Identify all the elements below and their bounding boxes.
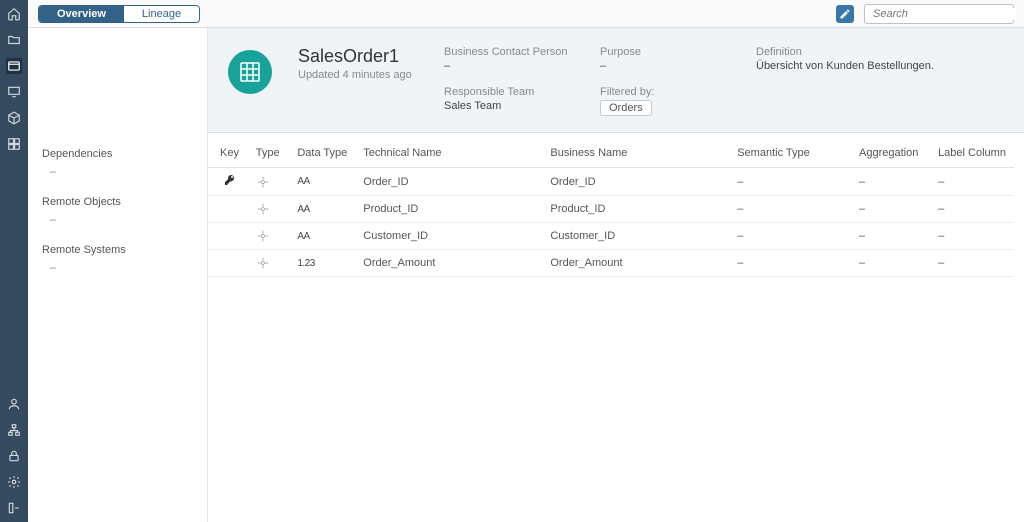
object-type-icon (228, 50, 272, 94)
cell-techname: Product_ID (355, 196, 542, 223)
remote-systems-label: Remote Systems (42, 244, 193, 256)
structure-icon[interactable] (6, 422, 22, 438)
cell-type (248, 168, 290, 196)
columns-table: Key Type Data Type Technical Name Busine… (208, 139, 1014, 277)
contact-value: – (444, 60, 574, 72)
remote-systems-section: Remote Systems – (28, 234, 207, 282)
col-labelcolumn[interactable]: Label Column (930, 139, 1014, 168)
cell-key (208, 223, 248, 250)
cell-techname: Customer_ID (355, 223, 542, 250)
cell-bizname: Product_ID (542, 196, 729, 223)
display-icon[interactable] (6, 84, 22, 100)
cell-agg: – (851, 223, 930, 250)
col-datatype[interactable]: Data Type (289, 139, 355, 168)
purpose-label: Purpose (600, 46, 730, 58)
cell-labelcol: – (930, 250, 1014, 277)
search-input[interactable] (873, 8, 1016, 20)
grid-icon[interactable] (6, 136, 22, 152)
col-bizname[interactable]: Business Name (542, 139, 729, 168)
remote-objects-label: Remote Objects (42, 196, 193, 208)
cell-semtype: – (729, 250, 851, 277)
remote-objects-section: Remote Objects – (28, 186, 207, 234)
cell-bizname: Customer_ID (542, 223, 729, 250)
gear-icon[interactable] (6, 474, 22, 490)
cell-techname: Order_ID (355, 168, 542, 196)
cube-icon[interactable] (6, 110, 22, 126)
user-icon[interactable] (6, 396, 22, 412)
object-subtitle: Updated 4 minutes ago (298, 69, 418, 81)
cell-datatype: AA (289, 168, 355, 196)
cell-key (208, 196, 248, 223)
table-row[interactable]: 1.23Order_AmountOrder_Amount––– (208, 250, 1014, 277)
table-row[interactable]: AAProduct_IDProduct_ID––– (208, 196, 1014, 223)
cell-bizname: Order_Amount (542, 250, 729, 277)
purpose-value: – (600, 60, 730, 72)
folder-icon[interactable] (6, 32, 22, 48)
edit-button[interactable] (836, 5, 854, 23)
definition-label: Definition (756, 46, 956, 58)
cell-key (208, 168, 248, 196)
cell-techname: Order_Amount (355, 250, 542, 277)
search-box[interactable] (864, 4, 1014, 24)
deps-label: Dependencies (42, 148, 193, 160)
deps-section: Dependencies – (28, 138, 207, 186)
top-bar: Overview Lineage (28, 0, 1024, 28)
col-semtype[interactable]: Semantic Type (729, 139, 851, 168)
team-value: Sales Team (444, 100, 574, 112)
cell-agg: – (851, 196, 930, 223)
table-row[interactable]: AACustomer_IDCustomer_ID––– (208, 223, 1014, 250)
dimension-icon (256, 256, 282, 270)
tab-lineage[interactable]: Lineage (124, 6, 199, 22)
cell-semtype: – (729, 196, 851, 223)
cell-agg: – (851, 168, 930, 196)
collapse-icon[interactable] (6, 500, 22, 516)
nav-rail (0, 0, 28, 522)
cell-labelcol: – (930, 168, 1014, 196)
cell-datatype: AA (289, 196, 355, 223)
col-type[interactable]: Type (248, 139, 290, 168)
cell-semtype: – (729, 168, 851, 196)
cell-key (208, 250, 248, 277)
home-icon[interactable] (6, 6, 22, 22)
card-icon[interactable] (6, 58, 22, 74)
object-title: SalesOrder1 (298, 46, 418, 67)
dimension-icon (256, 175, 282, 189)
cell-type (248, 250, 290, 277)
cell-datatype: AA (289, 223, 355, 250)
filter-chip[interactable]: Orders (600, 100, 652, 116)
object-header: SalesOrder1 Updated 4 minutes ago Busine… (208, 28, 1024, 133)
cell-datatype: 1.23 (289, 250, 355, 277)
col-techname[interactable]: Technical Name (355, 139, 542, 168)
filtered-label: Filtered by: (600, 86, 730, 98)
col-key[interactable]: Key (208, 139, 248, 168)
cell-labelcol: – (930, 223, 1014, 250)
dimension-icon (256, 202, 282, 216)
cell-labelcol: – (930, 196, 1014, 223)
remote-objects-value: – (42, 214, 193, 226)
table-row[interactable]: AAOrder_IDOrder_ID––– (208, 168, 1014, 196)
cell-agg: – (851, 250, 930, 277)
contact-label: Business Contact Person (444, 46, 574, 58)
team-label: Responsible Team (444, 86, 574, 98)
deps-value: – (42, 166, 193, 178)
cell-bizname: Order_ID (542, 168, 729, 196)
remote-systems-value: – (42, 262, 193, 274)
key-icon (224, 177, 236, 189)
cell-semtype: – (729, 223, 851, 250)
tab-overview[interactable]: Overview (39, 6, 124, 22)
col-aggregation[interactable]: Aggregation (851, 139, 930, 168)
cell-type (248, 196, 290, 223)
cell-type (248, 223, 290, 250)
view-toggle: Overview Lineage (38, 5, 200, 23)
side-panel: Dependencies – Remote Objects – Remote S… (28, 28, 208, 522)
dimension-icon (256, 229, 282, 243)
lock-icon[interactable] (6, 448, 22, 464)
definition-value: Übersicht von Kunden Bestellungen. (756, 60, 956, 72)
